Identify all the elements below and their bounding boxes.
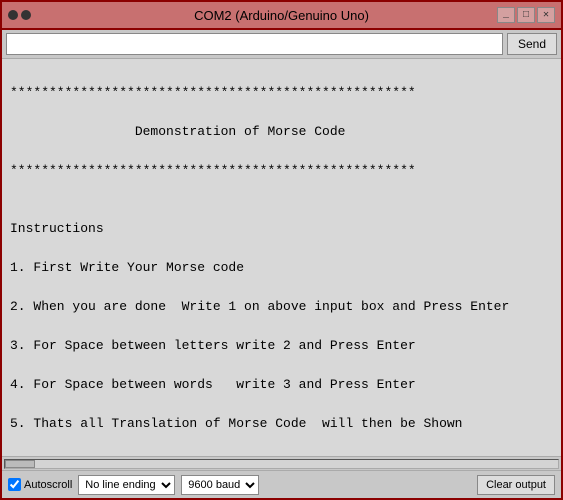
demo-title: Demonstration of Morse Code [10,122,553,142]
instruction-3: 3. For Space between letters write 2 and… [10,336,553,356]
title-controls: _ □ ✕ [497,7,555,23]
status-bar: Autoscroll No line ending 9600 baud Clea… [2,470,561,498]
title-bar-left [8,10,31,20]
close-button[interactable]: ✕ [537,7,555,23]
command-input[interactable] [6,33,503,55]
instruction-2: 2. When you are done Write 1 on above in… [10,297,553,317]
autoscroll-checkbox[interactable] [8,478,21,491]
baud-rate-select[interactable]: 9600 baud [181,475,259,495]
send-button[interactable]: Send [507,33,557,55]
autoscroll-container: Autoscroll [8,478,72,491]
scrollbar-thumb[interactable] [5,460,35,468]
dot-2 [21,10,31,20]
instruction-4: 4. For Space between words write 3 and P… [10,375,553,395]
title-bar-dots [8,10,31,20]
autoscroll-label: Autoscroll [24,479,72,491]
title-bar: COM2 (Arduino/Genuino Uno) _ □ ✕ [2,2,561,30]
minimize-button[interactable]: _ [497,7,515,23]
line-ending-select[interactable]: No line ending [78,475,175,495]
horizontal-scrollbar[interactable] [2,456,561,470]
clear-output-button[interactable]: Clear output [477,475,555,495]
instruction-5: 5. Thats all Translation of Morse Code w… [10,414,553,434]
window-title: COM2 (Arduino/Genuino Uno) [194,8,369,23]
dot-1 [8,10,18,20]
stars-top: ****************************************… [10,83,553,103]
main-window: COM2 (Arduino/Genuino Uno) _ □ ✕ Send **… [0,0,563,500]
content-display: ****************************************… [10,63,553,456]
scrollbar-track[interactable] [4,459,559,469]
main-content: ****************************************… [2,59,561,456]
stars-bottom: ****************************************… [10,161,553,181]
instructions-header: Instructions [10,219,553,239]
instruction-1: 1. First Write Your Morse code [10,258,553,278]
toolbar: Send [2,30,561,59]
maximize-button[interactable]: □ [517,7,535,23]
